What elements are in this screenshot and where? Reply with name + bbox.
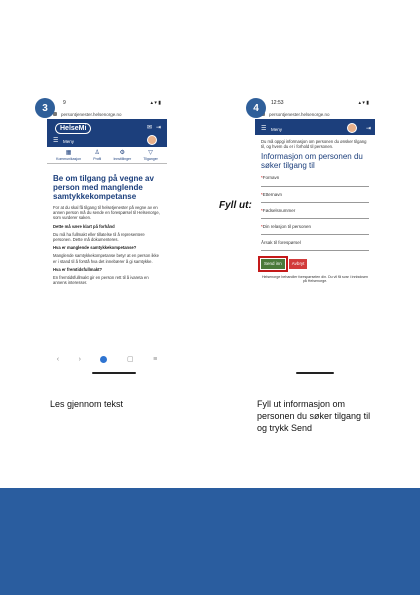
phone-home-indicator (296, 372, 334, 374)
mail-icon[interactable]: ✉ (147, 124, 152, 131)
subheading: Dette må være klart på forhånd (53, 223, 115, 229)
menu-icon[interactable]: ≡ (153, 356, 157, 363)
paragraph: En fremtidsfullmakt gir en person rett t… (53, 275, 149, 286)
filter-icon: ▽ (148, 150, 153, 156)
calendar-icon: ▦ (65, 150, 72, 156)
form-title: Informasjon om personen du søker tilgang… (261, 152, 363, 171)
caption-step-4: Fyll ut informasjon om personen du søker… (257, 399, 371, 433)
subheading: Hva er manglende samtykkekompetanse? (53, 245, 137, 251)
url-text: persontjenester.helsenorge.no (61, 111, 122, 117)
field-relation[interactable]: *Din relasjon til personen (261, 224, 369, 236)
avatar[interactable] (347, 123, 357, 133)
signal-icon: ▴ ▾ ▮ (358, 100, 369, 106)
tab-kommunikasjon[interactable]: ▦ Kommunikasjon (56, 149, 81, 161)
browser-navbar: ‹ › ▢ ≡ (47, 355, 167, 363)
app-logo: HelseMi (55, 123, 92, 134)
app-header: HelseMi ✉ ⇥ ☰ Meny (47, 119, 167, 147)
page-content: Du må oppgi informasjon om personen du ø… (255, 135, 375, 291)
forward-icon[interactable]: › (79, 356, 81, 363)
hamburger-icon[interactable]: ☰ (53, 137, 58, 144)
phone-home-indicator (92, 372, 136, 374)
status-bar: 12:53 ▴ ▾ ▮ (255, 97, 375, 109)
send-button[interactable]: Send inn (258, 256, 288, 272)
back-icon[interactable]: ‹ (57, 356, 59, 363)
step-badge-4: 4 (246, 98, 266, 118)
tab-tilganger[interactable]: ▽ Tilganger (143, 149, 157, 161)
intro-text: Du må oppgi informasjon om personen du ø… (261, 139, 367, 150)
avatar[interactable] (147, 135, 157, 145)
caption-step-3: Les gjennom tekst (50, 399, 124, 409)
status-time: 12:53 (271, 100, 284, 106)
phone-screenshot-step-4: 12:53 ▴ ▾ ▮ persontjenester.helsenorge.n… (255, 97, 375, 377)
phone-screenshot-step-3: 9 ▴ ▾ ▮ persontjenester.helsenorge.no He… (47, 97, 167, 377)
status-bar: 9 ▴ ▾ ▮ (47, 97, 167, 109)
footer-band (0, 488, 420, 595)
status-time: 9 (63, 100, 66, 106)
user-icon: ♙ (94, 150, 100, 156)
field-national-id[interactable]: *Fødselsnummer (261, 208, 369, 220)
settings-icon: ⚙ (119, 150, 125, 156)
field-last-name[interactable]: *Etternavn (261, 192, 369, 203)
step-badge-3: 3 (35, 98, 55, 118)
subheading: Hva er fremtidsfullmakt? (53, 266, 103, 272)
tab-innstillinger[interactable]: ⚙ Innstillinger (113, 149, 131, 161)
app-header: ☰ Meny ⇥ (255, 119, 375, 135)
logout-icon[interactable]: ⇥ (156, 124, 161, 131)
page-title: Be om tilgang på vegne av person med man… (53, 174, 154, 201)
paragraph: Manglende samtykkekompetanse betyr at en… (53, 253, 159, 264)
fill-in-label: Fyll ut: (219, 200, 252, 211)
paragraph: For at du skal få tilgang til helsetjene… (53, 205, 160, 221)
button-row: Send inn Avbryt (258, 256, 369, 272)
tab-profil[interactable]: ♙ Profil (93, 149, 101, 161)
tabs-row: ▦ Kommunikasjon ♙ Profil ⚙ Innstillinger ▽ T… (47, 147, 167, 164)
menu-label[interactable]: Meny (63, 139, 74, 144)
url-text: persontjenester.helsenorge.no (269, 111, 330, 117)
cancel-button[interactable]: Avbryt (288, 259, 308, 269)
page-content: Be om tilgang på vegne av person med man… (47, 164, 167, 292)
footnote: Helsenorge behandler forespørselen din. … (261, 274, 369, 284)
logout-icon[interactable]: ⇥ (366, 125, 371, 132)
menu-label[interactable]: Meny (271, 127, 282, 132)
field-reason[interactable]: Årsak til forespørsel (261, 240, 369, 252)
tabs-icon[interactable]: ▢ (127, 355, 134, 363)
paragraph: Du må ha fullmakt eller tillatelse til å… (53, 231, 145, 243)
hamburger-icon[interactable]: ☰ (261, 125, 266, 132)
url-bar[interactable]: persontjenester.helsenorge.no (255, 109, 375, 119)
browser-icon[interactable] (100, 355, 108, 363)
signal-icon: ▴ ▾ ▮ (150, 100, 161, 106)
field-first-name[interactable]: *Fornavn (261, 175, 369, 187)
header-icons: ✉ ⇥ (147, 124, 161, 131)
url-bar[interactable]: persontjenester.helsenorge.no (47, 109, 167, 119)
